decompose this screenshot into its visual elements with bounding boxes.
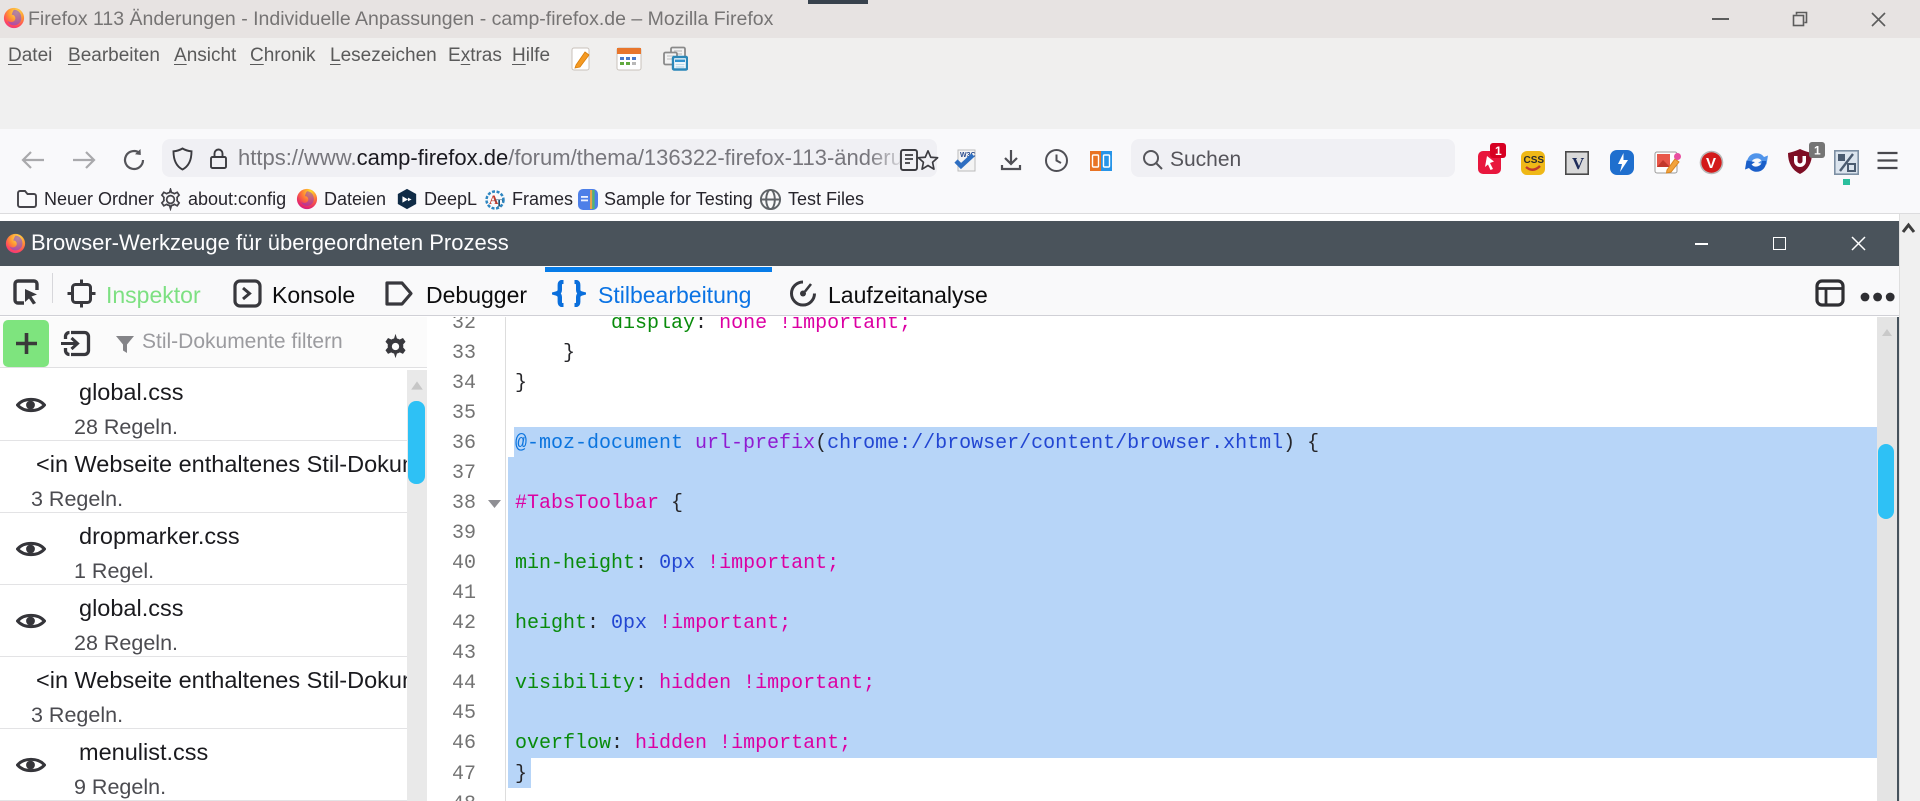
- svg-text:V: V: [1706, 155, 1716, 172]
- svg-text:V: V: [1572, 154, 1585, 173]
- svg-text:T: T: [496, 198, 504, 210]
- svg-text:CSS: CSS: [1524, 155, 1545, 166]
- svg-text:1: 1: [1814, 144, 1821, 158]
- svg-text:1: 1: [1495, 144, 1502, 158]
